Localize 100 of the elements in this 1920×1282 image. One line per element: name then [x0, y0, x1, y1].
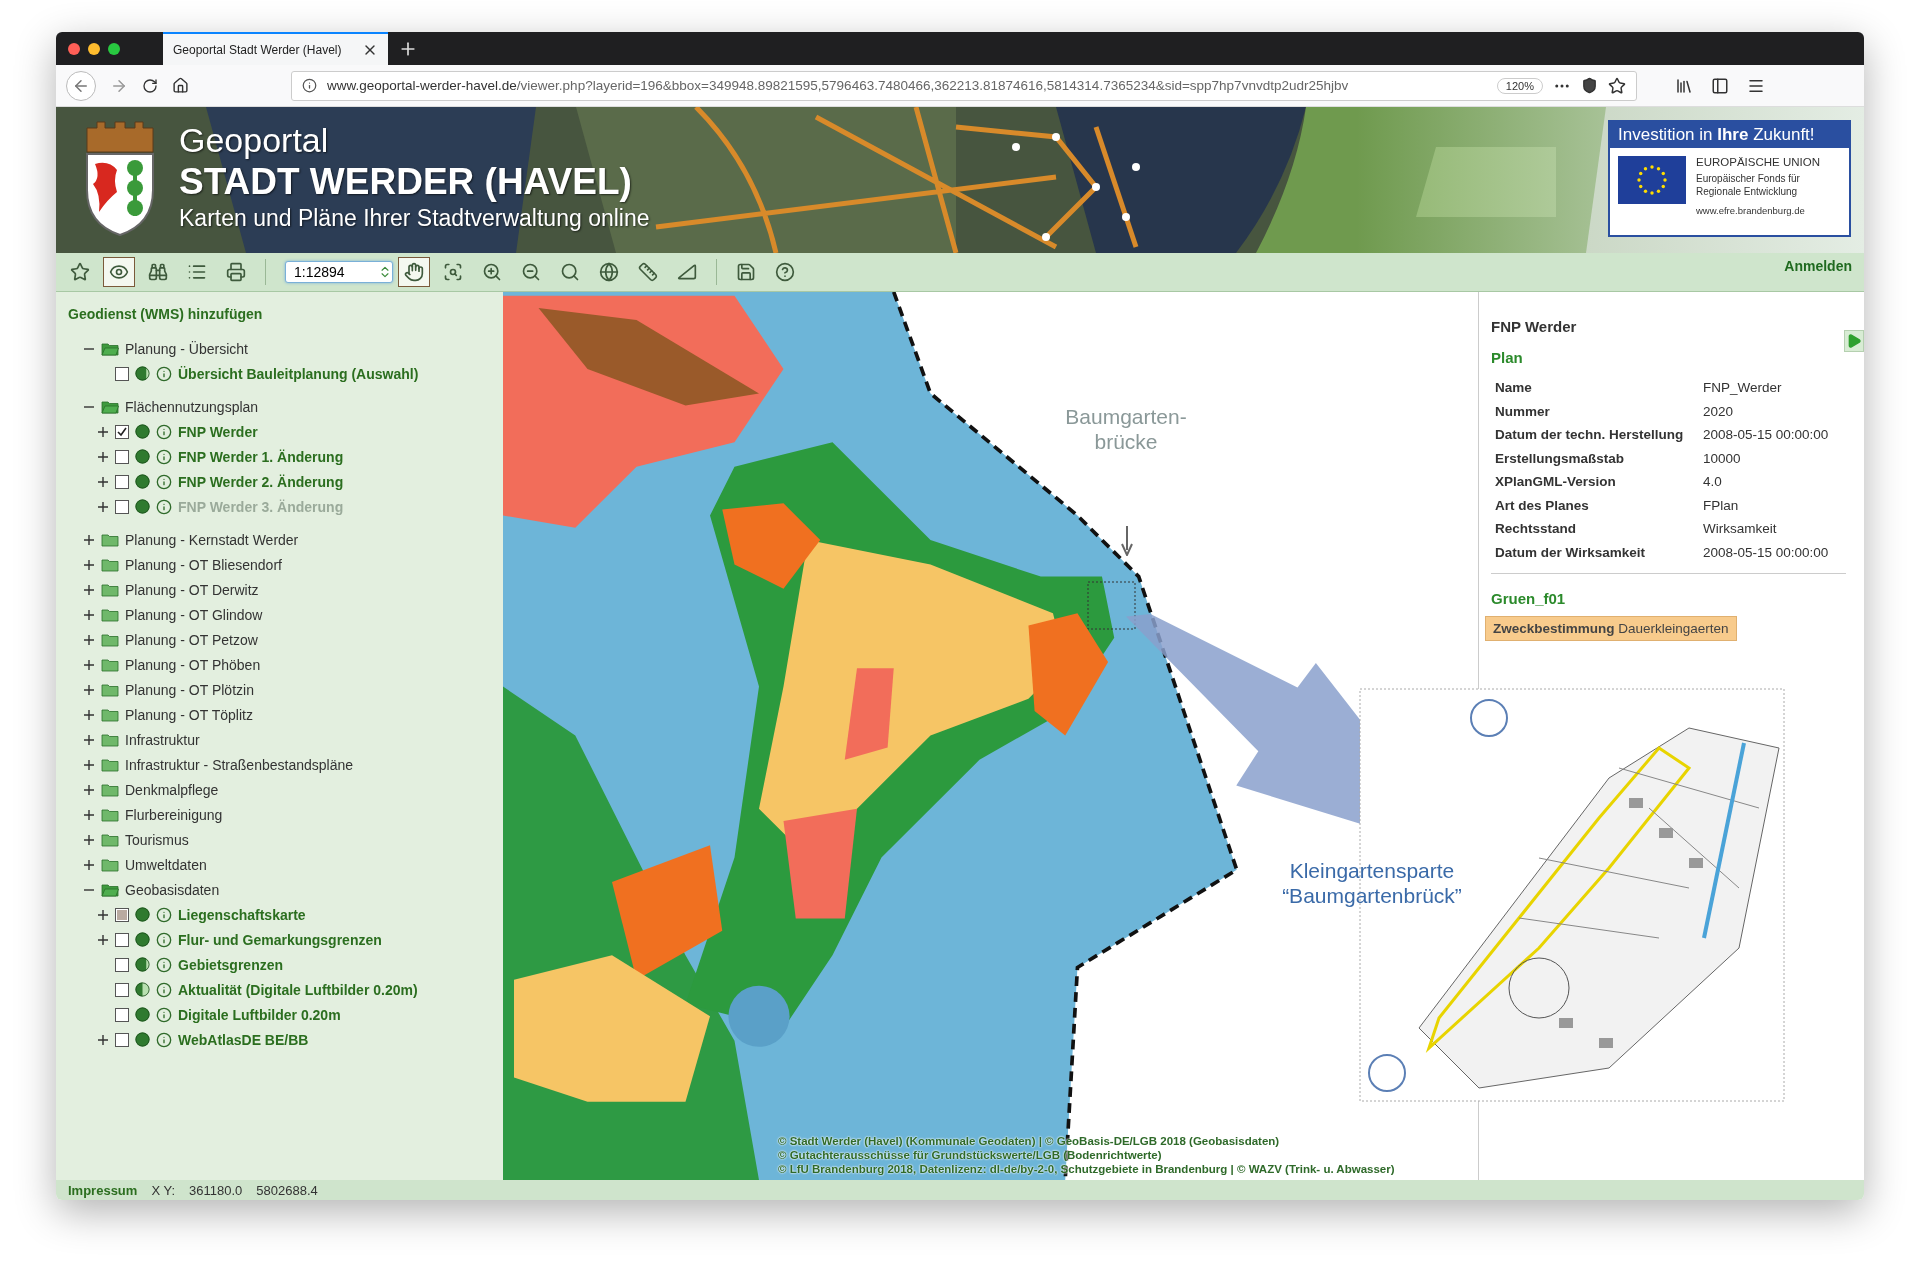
checkbox[interactable] [115, 474, 129, 489]
scale-range-icon [135, 499, 150, 514]
info-icon[interactable] [156, 498, 172, 515]
expand-icon[interactable] [83, 808, 95, 821]
close-window-icon[interactable] [68, 42, 80, 55]
expand-icon[interactable] [83, 858, 95, 871]
folder-name[interactable]: Denkmalpflege [125, 781, 219, 798]
minimize-window-icon[interactable] [88, 42, 100, 55]
coordinate-value: 361180.0 [189, 1182, 243, 1198]
expand-icon[interactable] [83, 633, 95, 646]
layer-name[interactable]: Aktualität (Digitale Luftbilder 0.20m) [178, 981, 418, 998]
layer-name[interactable]: Gebietsgrenzen [178, 956, 284, 973]
coordinate-value: 5802688.4 [256, 1182, 318, 1198]
scale-range-icon [135, 932, 150, 947]
reload-icon[interactable] [142, 77, 158, 94]
checkbox[interactable] [115, 1007, 129, 1022]
info-icon[interactable] [156, 956, 172, 973]
expand-icon[interactable] [97, 933, 109, 946]
eu-flag-logo [1618, 156, 1686, 204]
layer-name[interactable]: FNP Werder 1. Änderung [178, 448, 344, 465]
address-bar[interactable]: www.geoportal-werder-havel.de/viewer.php?layerid=196&bbox=349948.89821595,5796463.7480466,362213.81874616,5814314.7365234&sid=spp7hp7vnvdtp2udr25hjbv 120% [291, 70, 1637, 101]
shield-icon[interactable] [1581, 77, 1598, 94]
attribute-name: XPlanGML-Version [1495, 473, 1617, 491]
info-icon[interactable] [156, 473, 172, 490]
checkbox[interactable] [115, 932, 129, 947]
layer-name[interactable]: Digitale Luftbilder 0.20m [178, 1006, 341, 1023]
url-text: www.geoportal-werder-havel.de/viewer.php?layerid=196&bbox=349948.89821595,5796463.7480466,362213.81874616,5814314.7365234&sid=spp7hp7vnvdtp2udr25hjbv [327, 78, 1350, 93]
expand-icon[interactable] [83, 783, 95, 796]
folder-name[interactable]: Geobasisdaten [125, 881, 220, 898]
expand-icon[interactable] [97, 475, 109, 488]
info-icon[interactable] [156, 423, 172, 440]
eu-name: EUROPÄISCHE UNION [1696, 156, 1820, 169]
info-icon[interactable] [156, 448, 172, 465]
bookmark-star-icon[interactable] [1608, 76, 1626, 95]
panel-toggle-button[interactable] [1844, 330, 1864, 352]
info-icon[interactable] [156, 1031, 172, 1048]
expand-icon[interactable] [83, 608, 95, 621]
folder-name[interactable]: Tourismus [125, 831, 189, 848]
expand-icon[interactable] [97, 425, 109, 438]
expand-icon[interactable] [97, 450, 109, 463]
folder-name[interactable]: Planung - OT Phöben [125, 656, 261, 673]
checkbox[interactable] [115, 424, 129, 439]
checkbox[interactable] [115, 982, 129, 997]
scale-range-icon [135, 907, 150, 922]
expand-icon[interactable] [83, 658, 95, 671]
eye-icon[interactable] [103, 257, 135, 287]
hand-icon[interactable] [398, 257, 430, 287]
layer-name[interactable]: WebAtlasDE BE/BB [178, 1031, 309, 1048]
expand-icon[interactable] [83, 833, 95, 846]
folder-name[interactable]: Planung - OT Petzow [125, 631, 258, 648]
folder-name[interactable]: Umweltdaten [125, 856, 207, 873]
expand-icon[interactable] [83, 558, 95, 571]
scale-range-icon [135, 982, 150, 997]
folder-name[interactable]: Planung - OT Töplitz [125, 706, 253, 723]
folder-name[interactable]: Planung - OT Bliesendorf [125, 556, 282, 573]
info-icon[interactable] [156, 365, 172, 382]
expand-icon[interactable] [83, 708, 95, 721]
expand-icon[interactable] [97, 1033, 109, 1046]
folder-name[interactable]: Planung - OT Glindow [125, 606, 263, 623]
expand-icon[interactable] [83, 758, 95, 771]
info-icon[interactable] [156, 906, 172, 923]
info-icon[interactable] [156, 931, 172, 948]
imprint-link[interactable]: Impressum [68, 1182, 138, 1198]
folder-name[interactable]: Planung - Kernstadt Werder [125, 531, 299, 548]
folder-name[interactable]: Planung - OT Derwitz [125, 581, 259, 598]
add-service-link[interactable]: Geodienst (WMS) hinzufügen [68, 306, 503, 322]
folder-name[interactable]: Infrastruktur [125, 731, 200, 748]
folder-open-icon [101, 399, 119, 414]
expand-icon[interactable] [97, 908, 109, 921]
info-icon[interactable] [156, 1006, 172, 1023]
layer-name[interactable]: FNP Werder [178, 423, 258, 440]
folder-name[interactable]: Flächennutzungsplan [125, 398, 259, 415]
folder-icon [101, 782, 119, 797]
layer-name[interactable]: Übersicht Bauleitplanung (Auswahl) [178, 365, 419, 382]
attribute-name: Rechtsstand [1495, 520, 1578, 538]
folder-name[interactable]: Planung - Übersicht [125, 340, 248, 357]
expand-icon[interactable] [83, 683, 95, 696]
expand-icon[interactable] [83, 583, 95, 596]
folder-name[interactable]: Infrastruktur - Straßenbestandspläne [125, 756, 353, 773]
checkbox[interactable] [115, 366, 129, 381]
layer-name[interactable]: Liegenschaftskarte [178, 906, 306, 923]
library-icon[interactable] [1675, 76, 1693, 95]
back-button[interactable] [66, 70, 96, 101]
eu-slogan: Investition in Ihre Zukunft! [1610, 122, 1849, 148]
checkbox[interactable] [115, 957, 129, 972]
scale-select[interactable]: 1:12894 [285, 261, 393, 283]
folder-name[interactable]: Planung - OT Plötzin [125, 681, 254, 698]
layer-name[interactable]: Flur- und Gemarkungsgrenzen [178, 931, 382, 948]
home-icon[interactable] [172, 77, 189, 94]
expand-icon[interactable] [83, 533, 95, 546]
folder-name[interactable]: Flurbereinigung [125, 806, 223, 823]
sidebar-icon[interactable] [1711, 76, 1729, 95]
checkbox[interactable] [115, 449, 129, 464]
checkbox[interactable] [115, 1032, 129, 1047]
login-link[interactable]: Anmelden [1784, 258, 1852, 274]
info-icon[interactable] [156, 981, 172, 998]
layer-name[interactable]: FNP Werder 2. Änderung [178, 473, 344, 490]
expand-icon[interactable] [83, 733, 95, 746]
maximize-window-icon[interactable] [108, 42, 120, 55]
browser-tab[interactable]: Geoportal Stadt Werder (Havel) [163, 32, 388, 65]
